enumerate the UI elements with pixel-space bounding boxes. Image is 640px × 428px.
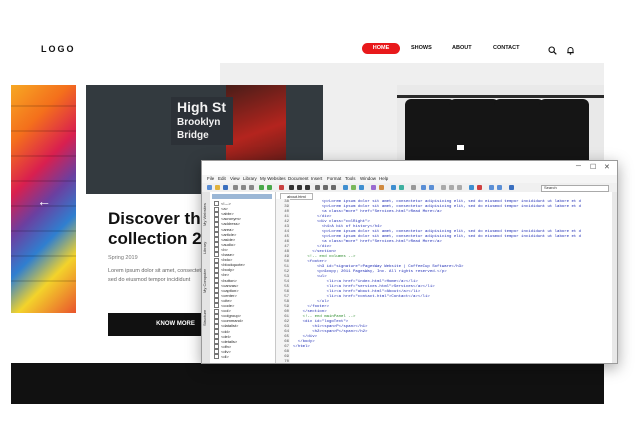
code-line: </html> (293, 345, 310, 349)
menu-window[interactable]: Window (360, 175, 376, 183)
tag-tree-panel: <!---> <a> <abbr> <acronym> <address> <area> <… (210, 192, 276, 363)
html-editor-window: ─ ☐ ✕ File Edit View Library My Websites… (201, 160, 618, 364)
font-icon[interactable] (379, 185, 384, 190)
sign-line-1: High St (177, 99, 226, 115)
code-editor[interactable]: about.html 38 39 40 41 42 43 44 45 46 47 48 49 50 51 5… (276, 192, 617, 363)
outdent-icon[interactable] (457, 185, 462, 190)
menu-document[interactable]: Document (288, 175, 309, 183)
zoom-icon[interactable] (489, 185, 494, 190)
search-label: Search (544, 185, 557, 190)
menu-format[interactable]: Format (327, 175, 341, 183)
shirt-label (457, 145, 464, 150)
side-tab-library[interactable]: Library (202, 236, 210, 260)
split-view-icon[interactable] (497, 185, 502, 190)
nav-home[interactable]: HOME (362, 43, 400, 54)
comment-icon[interactable] (469, 185, 474, 190)
hero-headline-line-2: collection 20 (108, 229, 211, 248)
menu-insert[interactable]: Insert (311, 175, 322, 183)
bell-icon[interactable] (566, 42, 575, 60)
sign-line-2: Brooklyn (177, 117, 221, 128)
expand-icon[interactable] (214, 354, 219, 360)
hero-headline-line-1: Discover the (108, 209, 211, 228)
vertical-scrollbar[interactable] (612, 192, 617, 363)
upload-icon[interactable] (391, 185, 396, 190)
align-left-icon[interactable] (315, 185, 320, 190)
tree-item[interactable]: <dl> (214, 354, 229, 360)
tag-icon[interactable] (441, 185, 446, 190)
search-icon[interactable] (548, 42, 557, 60)
maximize-icon[interactable]: ☐ (590, 163, 596, 171)
side-tab-my-websites[interactable]: My Websites (202, 196, 210, 234)
hero-paragraph-line-1: Lorem ipsum dolor sit amet, consectet (108, 268, 201, 274)
insert-table-icon[interactable] (359, 185, 364, 190)
paste-icon[interactable] (249, 185, 254, 190)
site-logo[interactable]: LOGO (41, 44, 76, 54)
color-icon[interactable] (371, 185, 376, 190)
bookmark-icon[interactable] (477, 185, 482, 190)
menu-file[interactable]: File (207, 175, 214, 183)
tree-item-label: <dl> (221, 354, 229, 359)
close-icon[interactable]: ✕ (604, 163, 610, 171)
side-tab-structure[interactable]: Structure (202, 302, 210, 334)
insert-image-icon[interactable] (351, 185, 356, 190)
nav-shows[interactable]: SHOWS (411, 43, 432, 54)
copy-icon[interactable] (241, 185, 246, 190)
side-tab-my-computer[interactable]: My Computer (202, 262, 210, 300)
settings-icon[interactable] (411, 185, 416, 190)
nav-contact[interactable]: CONTACT (493, 43, 519, 54)
nav-about[interactable]: ABOUT (452, 43, 472, 54)
undo-icon[interactable] (259, 185, 264, 190)
menu-my-websites[interactable]: My Websites (260, 175, 286, 183)
sign-line-3: Bridge (177, 130, 209, 141)
editor-titlebar: ─ ☐ ✕ (202, 161, 617, 175)
new-file-icon[interactable] (207, 185, 212, 190)
underline-icon[interactable] (305, 185, 310, 190)
site-footer (11, 363, 604, 404)
indent-icon[interactable] (449, 185, 454, 190)
hero-paragraph-line-2: sed do eiusmod tempor incididunt (108, 277, 191, 283)
menu-view[interactable]: View (230, 175, 240, 183)
editor-menubar: File Edit View Library My Websites Docum… (202, 175, 617, 183)
validate-icon[interactable] (429, 185, 434, 190)
bold-icon[interactable] (289, 185, 294, 190)
hero-date: Spring 2019 (108, 255, 138, 261)
browser-preview-icon[interactable] (421, 185, 426, 190)
italic-icon[interactable] (297, 185, 302, 190)
insert-link-icon[interactable] (343, 185, 348, 190)
cut-icon[interactable] (233, 185, 238, 190)
preview-icon[interactable] (279, 185, 284, 190)
align-center-icon[interactable] (323, 185, 328, 190)
menu-edit[interactable]: Edit (218, 175, 226, 183)
arrow-left-icon[interactable]: ← (37, 193, 51, 209)
open-folder-icon[interactable] (215, 185, 220, 190)
tree-toolbar (212, 194, 272, 199)
minimize-icon[interactable]: ─ (576, 163, 581, 170)
sync-icon[interactable] (399, 185, 404, 190)
save-icon[interactable] (223, 185, 228, 190)
menu-tools[interactable]: Tools (345, 175, 356, 183)
help-icon[interactable] (509, 185, 514, 190)
menu-help[interactable]: Help (379, 175, 388, 183)
menu-library[interactable]: Library (243, 175, 257, 183)
line-number: 70 (284, 360, 289, 363)
align-right-icon[interactable] (331, 185, 336, 190)
redo-icon[interactable] (267, 185, 272, 190)
